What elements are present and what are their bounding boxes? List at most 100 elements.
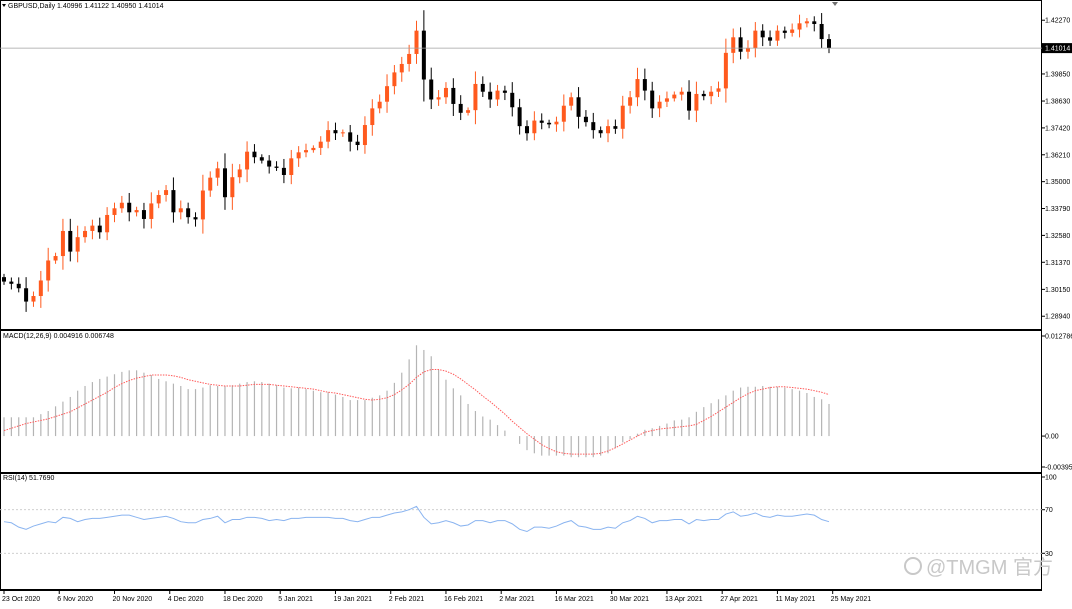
candle-body: [804, 21, 809, 24]
macd-pane[interactable]: 0.012786 0.00 -0.003952: [3, 334, 1072, 472]
candle-body: [178, 208, 183, 213]
candle-body: [517, 107, 522, 127]
candle-body: [259, 157, 264, 161]
candle-body: [399, 63, 404, 73]
candle-body: [392, 72, 397, 87]
candle-body: [333, 130, 338, 134]
candle-body: [289, 158, 294, 175]
candle-body: [768, 37, 773, 41]
candle-body: [200, 190, 205, 220]
candle-body: [245, 151, 250, 170]
rsi-pane[interactable]: 1007030: [0, 475, 1057, 558]
candle-body: [687, 91, 692, 111]
candle-body: [421, 30, 426, 80]
price-tick-label: 1.32580: [1045, 233, 1070, 240]
candle-body: [480, 83, 485, 92]
candle-body: [46, 260, 51, 281]
candle-body: [591, 122, 596, 131]
candle-body: [355, 141, 360, 146]
candle-body: [819, 23, 824, 40]
candle-body: [524, 126, 529, 134]
candle-body: [635, 79, 640, 98]
candle-body: [451, 87, 456, 104]
candle-body: [105, 214, 110, 233]
candle-body: [304, 150, 309, 153]
candle-body: [613, 126, 618, 129]
time-tick-label: 5 Jan 2021: [278, 596, 313, 603]
time-tick-label: 20 Nov 2020: [112, 596, 152, 603]
candle-body: [554, 121, 559, 125]
macd-pane-frame: [0, 330, 1042, 473]
candle-body: [2, 277, 6, 282]
macd-tick-label: 0.012786: [1045, 334, 1072, 341]
candle-body: [606, 126, 611, 134]
candle-body: [628, 97, 633, 106]
rsi-line: [3, 505, 830, 533]
main-pane-frame: [0, 0, 1042, 330]
shift-marker-icon[interactable]: [832, 2, 838, 6]
candle-body: [9, 281, 14, 284]
price-tick-label: 1.38630: [1045, 99, 1070, 106]
candle-body: [97, 225, 102, 233]
candle-body: [569, 97, 574, 106]
candle-body: [362, 125, 367, 146]
candle-body: [16, 283, 21, 289]
time-tick-label: 18 Dec 2020: [223, 596, 263, 603]
time-tick-label: 2 Feb 2021: [389, 596, 425, 603]
dropdown-arrow-icon[interactable]: [2, 4, 6, 7]
rsi-title: RSI(14) 51.7690: [3, 475, 54, 482]
candle-body: [215, 168, 220, 178]
candle-body: [436, 97, 441, 100]
candle-body: [53, 256, 58, 261]
candle-body: [510, 92, 515, 108]
candle-body: [267, 160, 272, 167]
time-tick-label: 27 Apr 2021: [720, 596, 758, 603]
candle-body: [296, 152, 301, 159]
macd-tick-label: 0.00: [1045, 434, 1059, 441]
time-tick-label: 19 Jan 2021: [333, 596, 372, 603]
macd-title: MACD(12,26,9) 0.004916 0.006748: [3, 333, 114, 340]
candle-body: [164, 190, 169, 195]
time-tick-label: 30 Mar 2021: [610, 596, 649, 603]
candle-body: [495, 90, 500, 100]
candle-body: [237, 169, 242, 178]
candle-body: [377, 101, 382, 109]
candle-body: [502, 90, 507, 93]
candle-body: [642, 79, 647, 91]
candle-body: [318, 141, 323, 148]
candle-body: [208, 177, 213, 191]
candle-body: [672, 94, 677, 99]
candle-body: [326, 130, 331, 142]
candle-body: [716, 88, 721, 92]
candle-body: [68, 230, 73, 252]
price-pane[interactable]: 1.41014 1.42270 1.39850 1.38630 1.37420 1.362…: [0, 10, 1072, 321]
candle-body: [775, 30, 780, 41]
candle-body: [782, 30, 787, 33]
candle-body: [576, 97, 581, 117]
candle-body: [620, 105, 625, 129]
price-tick-label: 1.30150: [1045, 287, 1070, 294]
candle-body: [664, 98, 669, 102]
chart-window[interactable]: 1.41014 1.42270 1.39850 1.38630 1.37420 1.362…: [0, 0, 1072, 604]
price-tick-label: 1.33790: [1045, 206, 1070, 213]
candle-body: [532, 120, 537, 134]
candle-body: [731, 37, 736, 53]
candle-body: [709, 91, 714, 97]
candle-body: [583, 116, 588, 123]
candle-body: [458, 103, 463, 113]
candle-body: [539, 120, 544, 123]
candle-body: [31, 296, 36, 302]
watermark-logo-icon: [904, 557, 922, 575]
time-tick-label: 13 Apr 2021: [665, 596, 703, 603]
candle-body: [488, 91, 493, 100]
candle-body: [186, 208, 191, 218]
price-tick-label: 1.35000: [1045, 179, 1070, 186]
candle-body: [701, 93, 706, 97]
candle-body: [112, 208, 117, 215]
time-axis: 23 Oct 2020 6 Nov 2020 20 Nov 2020 4 Dec 20…: [2, 590, 871, 603]
time-tick-label: 16 Mar 2021: [554, 596, 593, 603]
price-tick-label: 1.36210: [1045, 152, 1070, 159]
candle-body: [414, 30, 419, 54]
chart-canvas[interactable]: 1.41014 1.42270 1.39850 1.38630 1.37420 1.362…: [0, 0, 1072, 604]
candle-body: [141, 210, 146, 219]
